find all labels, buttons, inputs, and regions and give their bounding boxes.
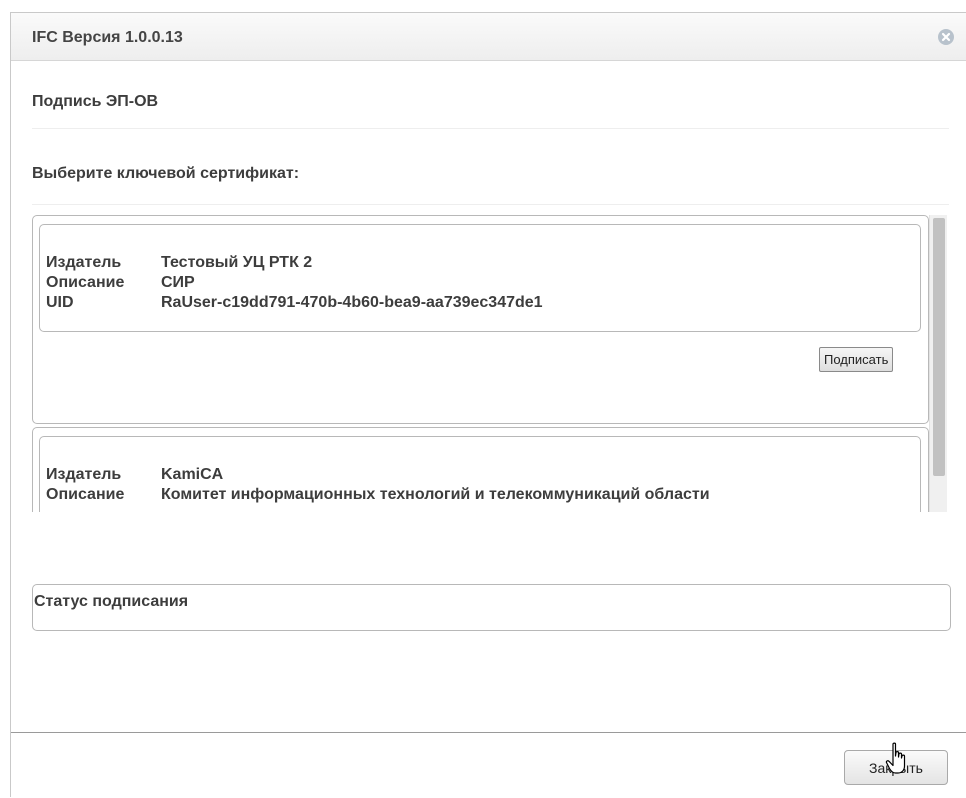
dialog-title: IFC Версия 1.0.0.13 (32, 29, 183, 46)
description-label: Описание (46, 274, 125, 291)
certificate-info: Издатель Тестовый УЦ РТК 2 Описание СИР UI… (39, 224, 921, 332)
certificate-card[interactable]: Издатель Тестовый УЦ РТК 2 Описание СИР UI… (32, 215, 929, 424)
issuer-label: Издатель (46, 254, 122, 271)
signing-status-label: Статус подписания (34, 593, 189, 610)
certificate-list-scrollbar[interactable] (929, 215, 947, 512)
description-label: Описание (46, 486, 125, 503)
issuer-label: Издатель (46, 466, 122, 483)
issuer-value: KamiCA (161, 466, 224, 483)
certificate-heading: Выберите ключевой сертификат: (32, 165, 949, 205)
section-heading: Подпись ЭП-ОВ (32, 93, 949, 129)
close-circle-icon[interactable] (937, 28, 955, 46)
description-row: Описание СИР (46, 274, 195, 294)
dialog-footer: Закрыть (11, 732, 966, 798)
dialog-titlebar: IFC Версия 1.0.0.13 (11, 13, 966, 61)
certificate-info: Издатель KamiCA Описание Комитет информаци… (39, 436, 921, 512)
issuer-row: Издатель Тестовый УЦ РТК 2 (46, 254, 312, 274)
description-value: СИР (161, 274, 195, 291)
uid-value: RaUser-c19dd791-470b-4b60-bea9-aa739ec34… (161, 294, 543, 311)
ifc-dialog: IFC Версия 1.0.0.13 Подпись ЭП-ОВ Выбери… (10, 12, 966, 798)
certificate-list: Издатель Тестовый УЦ РТК 2 Описание СИР UI… (32, 215, 932, 512)
close-button[interactable]: Закрыть (844, 750, 948, 785)
issuer-value: Тестовый УЦ РТК 2 (161, 254, 313, 271)
description-row: Описание Комитет информационных технологи… (46, 486, 710, 506)
certificate-card[interactable]: Издатель KamiCA Описание Комитет информаци… (32, 427, 929, 512)
description-value: Комитет информационных технологий и теле… (161, 486, 710, 503)
signing-status-box: Статус подписания (32, 584, 951, 631)
uid-row: UID RaUser-c19dd791-470b-4b60-bea9-aa739e… (46, 294, 543, 314)
uid-label: UID (46, 294, 74, 311)
sign-button[interactable]: Подписать (819, 347, 894, 372)
scrollbar-thumb[interactable] (933, 218, 945, 476)
issuer-row: Издатель KamiCA (46, 466, 223, 486)
